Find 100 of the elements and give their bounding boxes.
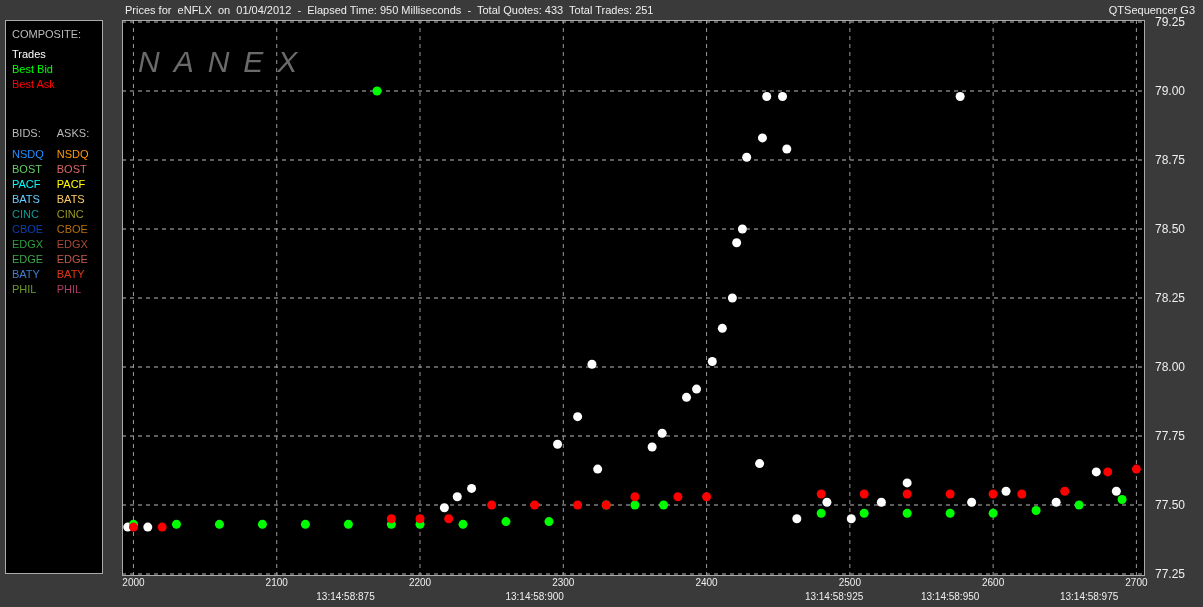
window-title: Prices for eNFLX on 01/04/2012 - Elapsed Time: 950 Milliseconds - Total Quotes: 433 Total Trades: 251: [125, 4, 654, 16]
data-point: [692, 384, 702, 394]
data-point: [1031, 506, 1041, 515]
data-point: [659, 500, 669, 510]
data-point: [902, 489, 912, 499]
y-axis-label: 79.25: [1155, 15, 1186, 29]
legend-item: BATS: [12, 192, 41, 207]
data-point: [707, 357, 717, 366]
data-point: [876, 497, 886, 507]
legend-item: CBOE: [12, 222, 44, 237]
time-axis-label: 13:14:58:925: [804, 591, 864, 602]
data-point: [778, 92, 787, 101]
data-point: [945, 489, 955, 499]
data-point: [372, 86, 382, 96]
data-point: [902, 478, 912, 488]
data-point: [171, 519, 181, 529]
data-point: [1074, 500, 1084, 510]
legend-item: EDGE: [12, 252, 44, 267]
data-point: [1091, 467, 1101, 477]
legend-item: Best Ask: [12, 77, 56, 92]
data-point: [257, 519, 267, 529]
data-point: [762, 92, 772, 101]
data-point: [1131, 464, 1141, 474]
x-axis-label: 2700: [1125, 577, 1148, 588]
data-point: [444, 514, 454, 524]
legend-item: NSDQ: [12, 147, 44, 162]
legend-item: PACF: [56, 177, 87, 192]
data-point: [727, 293, 737, 303]
data-point: [573, 500, 583, 510]
legend-item: EDGE: [56, 252, 89, 267]
x-axis-label: 2000: [122, 577, 145, 588]
data-point: [1060, 486, 1070, 496]
legend-item: BOST: [56, 162, 88, 177]
data-point: [732, 238, 742, 248]
data-point: [415, 514, 425, 524]
time-axis-label: 13:14:58:950: [920, 591, 980, 602]
data-point: [673, 492, 683, 502]
data-point: [1051, 497, 1061, 507]
data-point: [587, 359, 597, 369]
data-point: [737, 224, 747, 234]
legend-item: CINC: [56, 207, 85, 222]
data-point: [1103, 467, 1113, 477]
legend-item: EDGX: [56, 237, 89, 252]
nanex-logo: NANEX: [138, 45, 312, 78]
legend-item: BOST: [12, 162, 43, 177]
x-axis-label: 2600: [982, 577, 1005, 588]
data-point: [452, 492, 462, 502]
data-point: [792, 514, 802, 524]
data-point: [343, 519, 353, 529]
legend-item: PHIL: [12, 282, 38, 297]
data-point: [544, 517, 554, 527]
legend-item: Best Bid: [12, 62, 54, 77]
legend-item: EDGX: [12, 237, 44, 252]
y-axis-label: 78.75: [1155, 153, 1186, 167]
legend-item: BATS: [56, 192, 86, 207]
y-axis-label: 79.00: [1155, 84, 1186, 98]
app-name: QTSequencer G3: [1108, 4, 1195, 16]
y-axis-label: 78.25: [1155, 291, 1186, 305]
legend-item: PACF: [12, 177, 42, 192]
data-point: [593, 464, 603, 474]
legend-item: PHIL: [56, 282, 83, 297]
data-point: [859, 508, 869, 518]
data-point: [657, 428, 667, 438]
data-point: [945, 508, 955, 518]
data-point: [1117, 495, 1127, 504]
data-point: [439, 503, 449, 513]
time-axis-label: 13:14:58:900: [505, 591, 564, 602]
data-point: [386, 514, 396, 524]
data-point: [755, 459, 765, 469]
data-point: [967, 497, 977, 507]
data-point: [782, 144, 792, 154]
x-axis-label: 2500: [838, 577, 861, 588]
data-point: [553, 439, 563, 449]
data-point: [955, 92, 965, 101]
y-axis-label: 77.75: [1155, 429, 1186, 443]
legend-heading: ASKS:: [56, 126, 90, 141]
y-axis-label: 78.50: [1155, 222, 1186, 236]
data-point: [487, 500, 497, 510]
data-point: [1001, 486, 1011, 496]
data-point: [757, 133, 767, 143]
x-axis-label: 2200: [408, 577, 432, 588]
data-point: [143, 522, 153, 532]
data-point: [846, 514, 856, 524]
data-point: [300, 519, 310, 529]
data-point: [647, 442, 657, 452]
legend-item: BATY: [56, 267, 86, 282]
legend-item: NSDQ: [56, 147, 90, 162]
legend-item: BATY: [12, 267, 41, 282]
data-point: [530, 500, 540, 510]
data-point: [988, 489, 998, 499]
time-axis-label: 13:14:58:875: [316, 591, 375, 602]
data-point: [467, 483, 477, 493]
x-axis-label: 2400: [695, 577, 718, 588]
data-point: [501, 517, 511, 527]
data-point: [630, 500, 640, 510]
data-point: [157, 522, 167, 532]
data-point: [458, 519, 468, 529]
data-point: [816, 489, 826, 499]
data-point: [702, 492, 712, 502]
x-axis-label: 2100: [265, 577, 288, 588]
